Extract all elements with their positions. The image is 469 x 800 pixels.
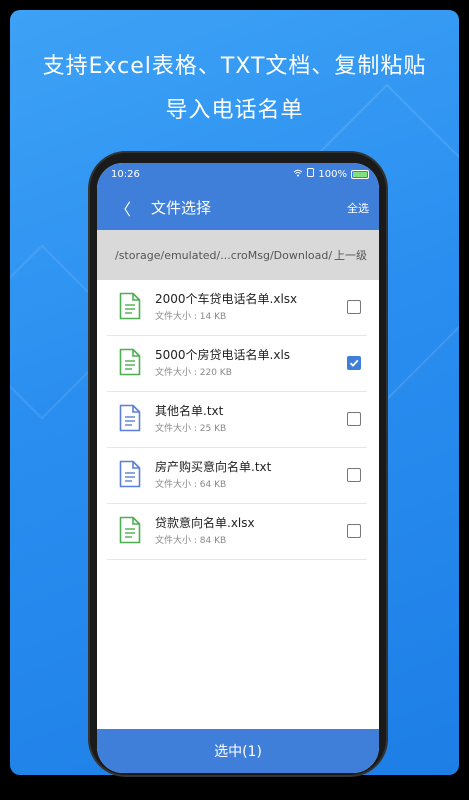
file-checkbox[interactable] — [347, 412, 361, 426]
select-confirm-button[interactable]: 选中(1) — [97, 729, 379, 773]
text-file-icon — [119, 404, 141, 432]
file-name: 2000个车贷电话名单.xlsx — [155, 292, 298, 306]
up-level-button[interactable]: 上一级 — [334, 247, 367, 263]
status-icons: 100% — [293, 168, 369, 180]
status-time: 10:26 — [111, 168, 140, 180]
promo-headline: 支持Excel表格、TXT文档、复制粘贴 — [42, 54, 427, 79]
file-row[interactable]: 其他名单.txt 文件大小 : 25 KB — [107, 392, 367, 448]
file-row[interactable]: 5000个房贷电话名单.xls 文件大小 : 220 KB — [107, 336, 367, 392]
back-button[interactable]: 〈 — [109, 196, 137, 220]
spreadsheet-file-icon — [119, 292, 141, 320]
file-size: 文件大小 : 220 KB — [155, 368, 232, 378]
file-checkbox[interactable] — [347, 300, 361, 314]
app-bar: 〈 文件选择 全选 — [97, 185, 379, 230]
select-all-button[interactable]: 全选 — [347, 200, 369, 216]
file-name: 5000个房贷电话名单.xls — [155, 348, 291, 362]
wifi-icon — [293, 169, 303, 180]
file-row[interactable]: 2000个车贷电话名单.xlsx 文件大小 : 14 KB — [107, 280, 367, 336]
spreadsheet-file-icon — [119, 516, 141, 544]
file-row[interactable]: 房产购买意向名单.txt 文件大小 : 64 KB — [107, 448, 367, 504]
battery-percent: 100% — [318, 168, 347, 180]
selected-count-label: 选中(1) — [214, 744, 262, 760]
text-file-icon — [119, 460, 141, 488]
file-name: 房产购买意向名单.txt — [155, 460, 272, 474]
battery-icon — [351, 169, 369, 179]
promo-subheadline: 导入电话名单 — [165, 98, 304, 123]
file-checkbox[interactable] — [347, 468, 361, 482]
status-bar: 10:26 100% — [97, 163, 379, 185]
phone-frame: 10:26 100% 〈 文件选择 全选 /storage/emulated/.… — [90, 153, 386, 775]
file-size: 文件大小 : 84 KB — [155, 536, 227, 546]
file-name: 其他名单.txt — [155, 404, 224, 418]
file-size: 文件大小 : 25 KB — [155, 424, 227, 434]
file-checkbox[interactable] — [347, 356, 361, 370]
spreadsheet-file-icon — [119, 348, 141, 376]
current-path: /storage/emulated/...croMsg/Download/ — [115, 248, 333, 262]
sim-icon — [307, 168, 315, 180]
file-checkbox[interactable] — [347, 524, 361, 538]
file-list: 2000个车贷电话名单.xlsx 文件大小 : 14 KB 5000个房贷电话名单.… — [97, 280, 379, 560]
phone-screen: 10:26 100% 〈 文件选择 全选 /storage/emulated/.… — [97, 163, 379, 773]
file-name: 贷款意向名单.xlsx — [155, 516, 255, 530]
path-bar: /storage/emulated/...croMsg/Download/ 上一… — [97, 230, 379, 280]
file-row[interactable]: 贷款意向名单.xlsx 文件大小 : 84 KB — [107, 504, 367, 560]
page-title: 文件选择 — [151, 199, 212, 217]
file-size: 文件大小 : 14 KB — [155, 312, 227, 322]
file-size: 文件大小 : 64 KB — [155, 480, 227, 490]
